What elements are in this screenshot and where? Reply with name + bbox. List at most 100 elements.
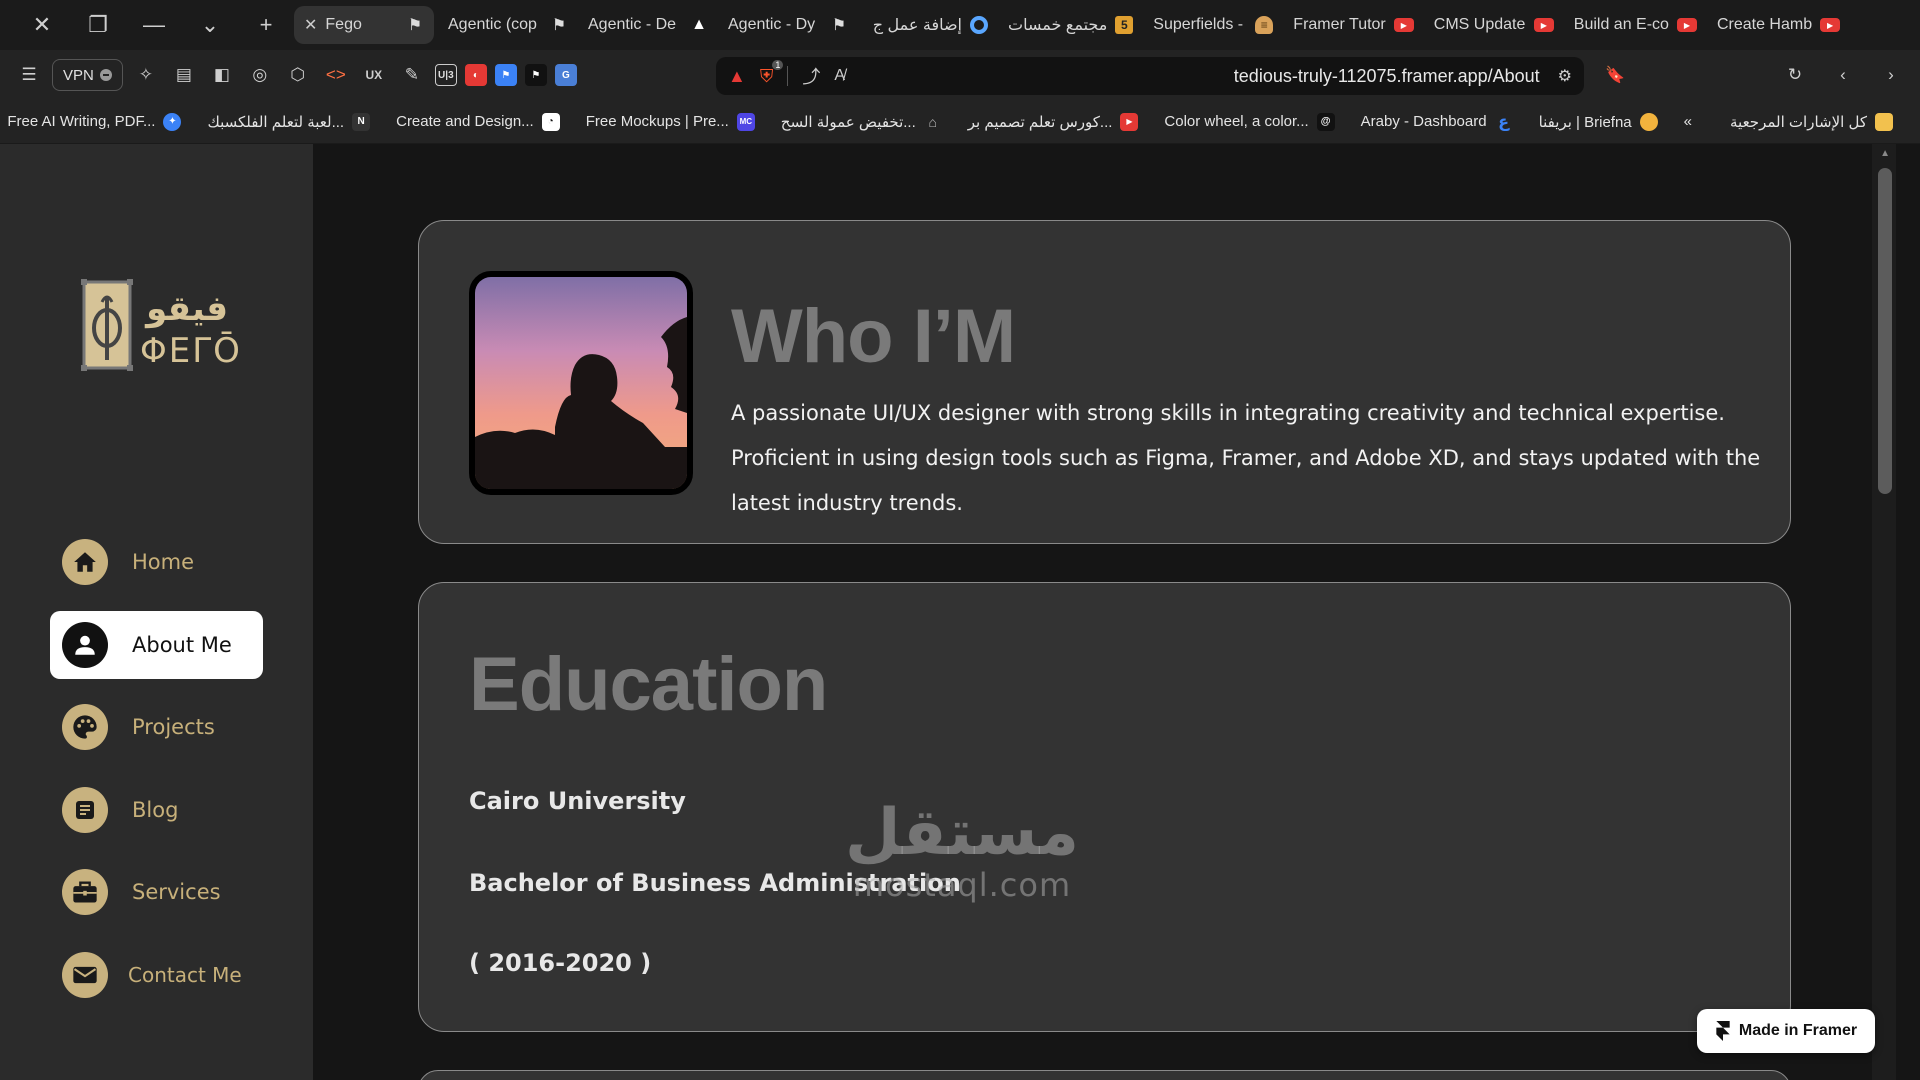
tab-list-chevron-down-icon[interactable]: ⌄ <box>182 0 238 50</box>
nav-item-services[interactable]: Services <box>50 858 263 926</box>
youtube-icon: ▶ <box>1676 18 1697 32</box>
translate-icon[interactable]: G <box>554 64 577 86</box>
sidebar-toggle-icon[interactable]: ◧ <box>207 60 237 90</box>
tab-cms-update[interactable]: CMS Update ▶ <box>1424 6 1564 44</box>
adobe-icon: ▲ <box>691 16 707 33</box>
page-scrollbar[interactable]: ▲ <box>1872 144 1896 1080</box>
tab-create-hamb[interactable]: Create Hamb ▶ <box>1707 6 1850 44</box>
tab-agentic-copy[interactable]: Agentic (cop ⚑ <box>438 6 578 44</box>
next-card <box>418 1070 1791 1080</box>
red-extension-icon[interactable]: ◐ <box>464 64 487 86</box>
reader-translate-icon[interactable]: A̸ <box>834 67 845 85</box>
home-icon <box>62 539 108 585</box>
vpn-button[interactable]: VPN <box>52 59 123 91</box>
toolbar-right: ↻ ‹ › <box>1780 50 1906 100</box>
tab-khamsat[interactable]: مجتمع خمسات 5 <box>998 6 1143 44</box>
folder-icon <box>1875 112 1893 131</box>
bookmark-all[interactable]: كل الإشارات المرجعية <box>1717 112 1906 131</box>
u3-extension-icon[interactable]: U|3 <box>434 64 457 86</box>
scrollbar-thumb[interactable] <box>1878 168 1892 494</box>
briefcase-icon <box>62 869 108 915</box>
dev-tools-icon[interactable]: <> <box>321 60 351 90</box>
tab-agentic-dy[interactable]: Agentic - Dy ⚑ <box>718 6 858 44</box>
tab-label: Agentic - Dy <box>728 16 816 33</box>
sidebar-nav: Home About Me Projects Blog Services Con… <box>50 528 263 1023</box>
shields-badge: 1 <box>772 59 784 70</box>
nav-item-about-me[interactable]: About Me <box>50 610 263 679</box>
bookmarks-overflow-icon[interactable]: « <box>1671 113 1705 130</box>
color-picker-icon[interactable]: ✎ <box>397 60 427 90</box>
scroll-up-icon[interactable]: ▲ <box>1880 148 1890 159</box>
palette-icon <box>62 704 108 750</box>
tab-fego[interactable]: ✕ Fego ⚑ <box>294 6 434 44</box>
brave-shields-icon[interactable]: ⛨ 1 <box>760 59 784 87</box>
bookmark-ai-writing[interactable]: Free AI Writing, PDF... ✦ <box>0 112 194 131</box>
back-icon[interactable]: ‹ <box>1828 60 1858 90</box>
leo-ai-icon[interactable]: ◎ <box>245 60 275 90</box>
close-window-button[interactable]: ✕ <box>14 0 70 50</box>
bookmark-create-design[interactable]: Create and Design... ◔ <box>383 112 573 131</box>
framer-icon: ⚑ <box>551 17 567 34</box>
user-icon <box>62 621 108 668</box>
main-content: Who I’M A passionate UI/UX designer with… <box>313 144 1896 1080</box>
mostaql-watermark: مستقل mostaql.com <box>842 800 1082 904</box>
tab-label: Agentic - De <box>588 16 677 33</box>
fego-logo[interactable]: فيقو ΦΕΓŌ <box>80 276 240 376</box>
bookmark-araby[interactable]: Araby - Dashboard ع <box>1348 113 1526 131</box>
minimize-window-button[interactable]: — <box>126 0 182 50</box>
menu-icon[interactable]: ☰ <box>14 60 44 90</box>
framer-ext-blue-icon[interactable]: ⚑ <box>494 64 517 86</box>
badge-label: Made in Framer <box>1738 1022 1858 1039</box>
wallet-icon[interactable]: ▤ <box>169 60 199 90</box>
bookmark-briefna[interactable]: بريفنا | Briefna <box>1526 112 1671 131</box>
framer-icon: ⚑ <box>831 17 847 34</box>
extensions-icon[interactable]: ⬡ <box>283 60 313 90</box>
tab-label: Create Hamb <box>1716 16 1813 33</box>
nav-label: Services <box>132 880 221 904</box>
youtube-icon: ▶ <box>1120 112 1139 131</box>
tab-framer-tutor[interactable]: Framer Tutor ▶ <box>1283 6 1423 44</box>
new-tab-button[interactable]: + <box>238 0 294 50</box>
tab-superfields[interactable]: Superfields - ≡ <box>1143 6 1283 44</box>
restore-window-button[interactable]: ❐ <box>70 0 126 50</box>
forward-icon[interactable]: › <box>1876 60 1906 90</box>
tab-build-ecom[interactable]: Build an E-co ▶ <box>1564 6 1707 44</box>
tab-agentic-de[interactable]: Agentic - De ▲ <box>578 6 718 44</box>
nav-item-home[interactable]: Home <box>50 528 263 596</box>
logo-arabic-text: فيقو <box>144 289 228 329</box>
address-bar-icons: ▲ ⛨ 1 ⤴ A̸ <box>728 59 845 89</box>
address-bar[interactable]: ▲ ⛨ 1 ⤴ A̸ tedious-truly-112075.framer.ap… <box>716 57 1584 95</box>
bookmark-label: Color wheel, a color... <box>1164 113 1309 130</box>
share-icon[interactable]: ⤴ <box>802 63 820 89</box>
pin-icon[interactable]: ✧ <box>131 60 161 90</box>
bookmark-mockups[interactable]: Free Mockups | Pre... MC <box>573 112 768 131</box>
ux-extension-icon[interactable]: UX <box>359 60 389 90</box>
nav-item-projects[interactable]: Projects <box>50 693 263 761</box>
nav-item-contact-me[interactable]: Contact Me <box>50 941 263 1009</box>
tab-label: Build an E-co <box>1573 16 1669 33</box>
bookmark-course[interactable]: كورس تعلم تصميم بر... ▶ <box>955 112 1152 131</box>
burger-icon: ≡ <box>1255 16 1274 34</box>
bookmark-color-wheel[interactable]: Color wheel, a color... @ <box>1151 112 1347 131</box>
bookmark-flexbox-game[interactable]: لعبة لتعلم الفلكسبك... N <box>194 112 383 131</box>
framer-ext-icon[interactable]: ⚑ <box>524 64 547 86</box>
close-tab-icon[interactable]: ✕ <box>304 15 317 35</box>
youtube-icon: ▶ <box>1533 18 1554 32</box>
reload-icon[interactable]: ↻ <box>1780 60 1810 90</box>
araby-icon: ع <box>1498 113 1510 131</box>
tab-label: Superfields - <box>1153 16 1244 33</box>
education-university: Cairo University <box>469 787 686 815</box>
nav-item-blog[interactable]: Blog <box>50 776 263 844</box>
education-title: Education <box>469 642 828 727</box>
site-settings-icon[interactable]: ⚙ <box>1558 66 1572 86</box>
bookmark-label: Create and Design... <box>396 113 534 130</box>
bookmark-commission[interactable]: تخفيض عمولة السح... ⌂ <box>768 113 955 131</box>
made-in-framer-badge[interactable]: Made in Framer <box>1697 1009 1875 1053</box>
logo-latin-text: ΦΕΓŌ <box>140 331 240 371</box>
tab-label: Fego <box>325 16 362 33</box>
about-title: Who I’M <box>731 294 1016 379</box>
tab-add-work[interactable]: إضافة عمل ج <box>858 6 998 44</box>
brave-rewards-icon[interactable]: ▲ <box>728 66 746 87</box>
bookmark-icon[interactable]: 🔖 <box>1600 60 1630 90</box>
vpn-status-icon <box>99 69 112 81</box>
